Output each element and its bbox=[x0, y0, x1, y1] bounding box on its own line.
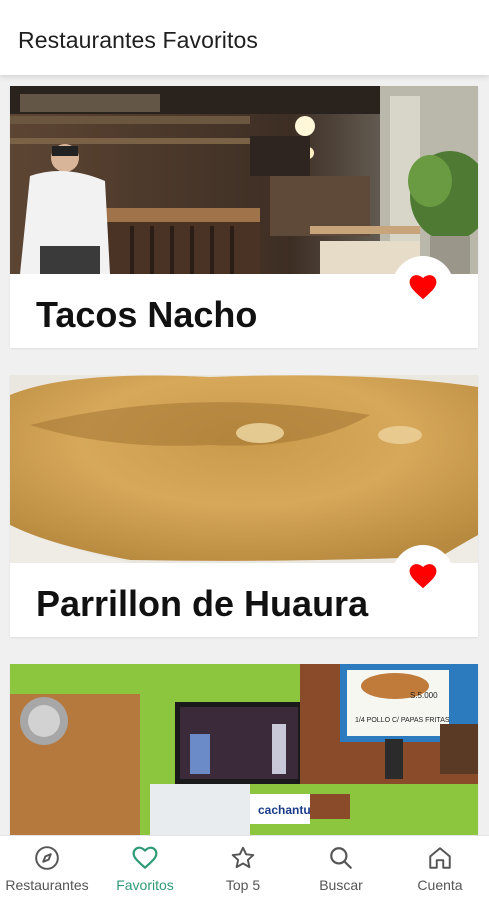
restaurant-name: Tacos Nacho bbox=[36, 294, 258, 335]
star-icon bbox=[230, 845, 256, 871]
tv-brand-text: cachantun bbox=[258, 803, 318, 817]
heart-icon bbox=[132, 845, 158, 871]
restaurant-photo: 1/4 POLLO C/ PAPAS FRITAS S.5.000 cachan… bbox=[10, 664, 478, 835]
search-icon bbox=[328, 845, 354, 871]
home-icon bbox=[427, 845, 453, 871]
bottom-nav: Restaurantes Favoritos Top 5 Buscar Cuen… bbox=[0, 835, 489, 897]
favorites-feed[interactable]: Tacos Nacho Parrillon de Huaura 1/4 POLL… bbox=[0, 75, 489, 835]
page-title: Restaurantes Favoritos bbox=[18, 27, 258, 53]
nav-label: Favoritos bbox=[116, 877, 174, 893]
heart-filled-icon bbox=[409, 275, 437, 300]
favorite-button[interactable] bbox=[392, 256, 454, 318]
restaurant-name: Parrillon de Huaura bbox=[36, 583, 369, 624]
favorite-button[interactable] bbox=[392, 545, 454, 607]
compass-icon bbox=[34, 845, 60, 871]
restaurant-photo bbox=[10, 86, 478, 274]
restaurant-photo bbox=[10, 375, 478, 563]
nav-item-restaurantes[interactable]: Restaurantes bbox=[0, 836, 96, 897]
nav-label: Cuenta bbox=[417, 877, 463, 893]
nav-label: Top 5 bbox=[225, 877, 261, 893]
menu-sign-text: 1/4 POLLO C/ PAPAS FRITAS bbox=[355, 717, 450, 724]
nav-item-top5[interactable]: Top 5 bbox=[194, 836, 292, 897]
restaurant-card[interactable]: Parrillon de Huaura bbox=[10, 375, 478, 637]
menu-price-text: S.5.000 bbox=[410, 691, 438, 700]
nav-item-cuenta[interactable]: Cuenta bbox=[391, 836, 489, 897]
heart-filled-icon bbox=[409, 564, 437, 589]
nav-item-favoritos[interactable]: Favoritos bbox=[96, 836, 194, 897]
nav-label: Restaurantes bbox=[5, 877, 89, 893]
restaurant-card[interactable]: Tacos Nacho bbox=[10, 86, 478, 348]
app-header: Restaurantes Favoritos bbox=[0, 0, 489, 75]
restaurant-card[interactable]: 1/4 POLLO C/ PAPAS FRITAS S.5.000 cachan… bbox=[10, 664, 478, 835]
nav-item-buscar[interactable]: Buscar bbox=[292, 836, 390, 897]
nav-label: Buscar bbox=[319, 877, 363, 893]
app: Restaurantes Favoritos Tacos Nacho Parri… bbox=[0, 0, 489, 897]
